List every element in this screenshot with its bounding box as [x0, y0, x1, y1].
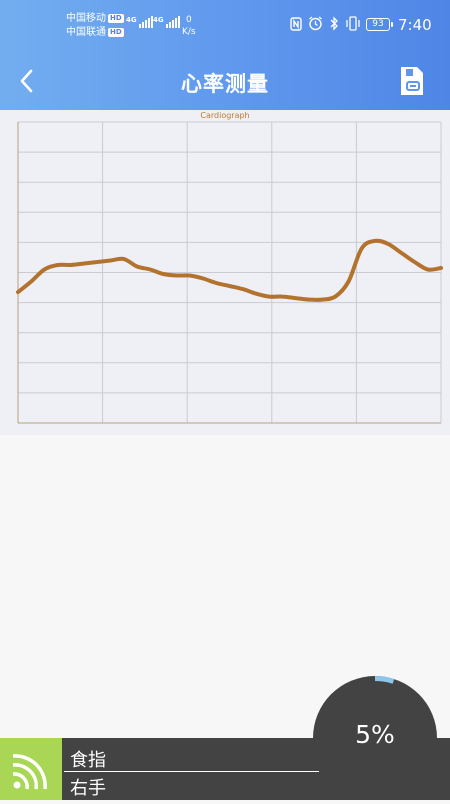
heart-rate-series-line — [16, 238, 443, 302]
divider — [64, 771, 319, 772]
finger-label: 食指 — [70, 750, 106, 771]
cardiograph-chart — [16, 121, 443, 424]
alarm-icon — [309, 16, 322, 31]
status-time: 7:40 — [398, 16, 432, 34]
battery-icon: 93 — [366, 18, 393, 31]
page-title: 心率测量 — [181, 72, 269, 96]
carrier-1: 中国移动 HD — [66, 13, 124, 24]
vibrate-icon — [346, 16, 360, 31]
carrier-2: 中国联通 HD — [66, 27, 124, 38]
signal-1-icon: 4G — [126, 16, 153, 28]
hand-label: 右手 — [70, 778, 106, 799]
signal-2-icon: 4G — [153, 16, 180, 28]
nfc-icon — [290, 16, 302, 31]
save-record-button[interactable] — [397, 64, 427, 98]
header-bar: 中国移动 HD 中国联通 HD 4G 4G 0 K/s 93 7:40 心率测量 — [0, 0, 450, 110]
cardiograph-panel: Cardiograph — [0, 110, 450, 435]
status-bar: 中国移动 HD 中国联通 HD 4G 4G 0 K/s 93 7:40 — [0, 0, 450, 50]
bluetooth-icon — [330, 16, 338, 31]
network-speed: 0 K/s — [182, 15, 196, 37]
finger-sensor-icon — [0, 738, 62, 800]
progress-percent: 5% — [355, 720, 395, 749]
